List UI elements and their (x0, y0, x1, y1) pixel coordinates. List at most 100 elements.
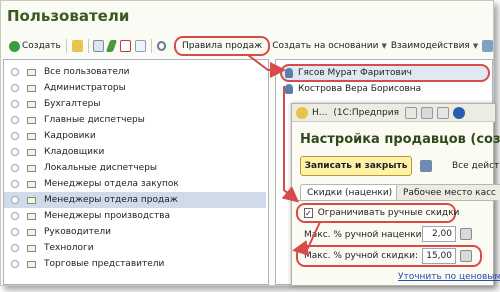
save-close-label: Записать и закрыть (304, 161, 408, 171)
expand-icon[interactable] (11, 132, 19, 140)
tab-label: Рабочее место касс (403, 187, 496, 198)
folder-icon (27, 68, 36, 76)
folder-icon (27, 116, 36, 124)
expand-icon[interactable] (11, 260, 19, 268)
user-groups-list[interactable]: Все пользователи Администраторы Бухгалте… (3, 59, 269, 285)
toolbar-separator (150, 39, 152, 53)
folder-icon (27, 244, 36, 252)
create-based-on-button[interactable]: Создать на основании ▼ (270, 37, 389, 55)
expand-icon[interactable] (11, 196, 19, 204)
user-row[interactable]: Кострова Вера Борисовна (280, 82, 490, 96)
calendar-icon[interactable] (405, 106, 418, 119)
delete-icon[interactable] (119, 40, 131, 52)
checkbox-label: Ограничивать ручные скидки (317, 208, 460, 218)
toolbar-separator (87, 39, 89, 53)
user-row-selected[interactable]: Гясов Мурат Фаритович (280, 64, 490, 82)
all-actions-button[interactable]: Все действ (452, 161, 500, 171)
interactions-button[interactable]: Взаимодействия ▼ (389, 37, 480, 55)
list-item[interactable]: Кладовщики (4, 144, 266, 160)
list-item-selected[interactable]: Менеджеры отдела продаж (4, 192, 266, 208)
folder-icon (27, 148, 36, 156)
user-name: Гясов Мурат Фаритович (298, 68, 412, 78)
list-item-label: Менеджеры отдела продаж (44, 195, 178, 205)
list-item-label: Главные диспетчеры (44, 115, 145, 125)
folder-icon (27, 180, 36, 188)
tab-discounts[interactable]: Скидки (наценки) (300, 184, 400, 200)
list-item[interactable]: Технологи (4, 240, 266, 256)
chevron-down-icon: ▼ (472, 42, 479, 50)
list-item-label: Торговые представители (44, 259, 165, 269)
toolbar-separator (65, 39, 67, 53)
user-name: Кострова Вера Борисовна (298, 84, 422, 94)
tab-cashier-workplace[interactable]: Рабочее место касс (396, 184, 500, 200)
folder-icon (27, 132, 36, 140)
price-group-link[interactable]: Уточнить по ценовым гр (398, 272, 500, 282)
edit-pencil-icon[interactable] (106, 40, 118, 52)
folder-icon (27, 100, 36, 108)
calculator-icon[interactable] (460, 250, 472, 262)
max-discount-label: Макс. % ручной скидки: (304, 251, 419, 261)
max-discount-field[interactable]: 15,00 (422, 248, 456, 264)
max-markup-field[interactable]: 2,00 (422, 226, 456, 242)
expand-icon[interactable] (11, 100, 19, 108)
user-icon (285, 84, 293, 94)
list-item[interactable]: Кадровики (4, 128, 266, 144)
expand-icon[interactable] (11, 68, 19, 76)
list-item-label: Кадровики (44, 131, 96, 141)
expand-icon[interactable] (11, 244, 19, 252)
dialog-heading: Настройка продавцов (созд (300, 132, 500, 147)
list-item-label: Бухгалтеры (44, 99, 101, 109)
expand-icon[interactable] (11, 148, 19, 156)
save-icon[interactable] (420, 160, 432, 172)
list-item-label: Кладовщики (44, 147, 105, 157)
tab-content-divider (296, 200, 495, 201)
list-item[interactable]: Торговые представители (4, 256, 266, 272)
folder-icon (27, 164, 36, 172)
list-item[interactable]: Главные диспетчеры (4, 112, 266, 128)
copy-icon[interactable] (93, 40, 105, 52)
list-item[interactable]: Менеджеры производства (4, 208, 266, 224)
list-item-label: Администраторы (44, 83, 126, 93)
list-item-label: Все пользователи (44, 67, 130, 77)
calculator-icon[interactable] (421, 106, 434, 119)
sales-rules-button[interactable]: Правила продаж (173, 36, 271, 56)
search-icon[interactable] (156, 41, 166, 51)
folder-icon (27, 196, 36, 204)
folder-icon (27, 228, 36, 236)
info-icon[interactable] (453, 106, 466, 119)
folder-icon (27, 260, 36, 268)
settings-icon[interactable] (482, 40, 493, 52)
interactions-label: Взаимодействия (390, 41, 470, 51)
seller-settings-window: Н... (1С:Предприя Настройка продавцов (с… (291, 103, 500, 286)
save-close-button[interactable]: Записать и закрыть (300, 156, 412, 176)
list-item-label: Локальные диспетчеры (44, 163, 158, 173)
add-group-icon[interactable] (71, 40, 83, 52)
expand-icon[interactable] (11, 180, 19, 188)
plus-circle-icon (9, 40, 20, 52)
document-icon[interactable] (134, 40, 146, 52)
expand-icon[interactable] (11, 212, 19, 220)
calculator-icon[interactable] (460, 228, 472, 240)
list-item-label: Руководители (44, 227, 111, 237)
list-item[interactable]: Бухгалтеры (4, 96, 266, 112)
create-based-on-label: Создать на основании (272, 41, 379, 51)
list-item[interactable]: Руководители (4, 224, 266, 240)
expand-icon[interactable] (11, 164, 19, 172)
checkbox[interactable]: ✓ (304, 208, 313, 218)
list-item[interactable]: Администраторы (4, 80, 266, 96)
expand-icon[interactable] (11, 228, 19, 236)
list-item[interactable]: Менеджеры отдела закупок (4, 176, 266, 192)
expand-icon[interactable] (11, 116, 19, 124)
grid-icon[interactable] (437, 106, 450, 119)
list-item-label: Технологи (44, 243, 94, 253)
toolbar: Создать Правила продаж Создать на основа… (1, 36, 493, 56)
folder-icon (27, 212, 36, 220)
page-title: Пользователи (7, 7, 130, 25)
limit-discount-checkbox-row[interactable]: ✓ Ограничивать ручные скидки (296, 203, 459, 223)
expand-icon[interactable] (11, 84, 19, 92)
create-button[interactable]: Создать (5, 37, 63, 55)
list-item-label: Менеджеры отдела закупок (44, 179, 179, 189)
app-logo-icon (296, 106, 308, 119)
list-item[interactable]: Локальные диспетчеры (4, 160, 266, 176)
list-item[interactable]: Все пользователи (4, 64, 266, 80)
